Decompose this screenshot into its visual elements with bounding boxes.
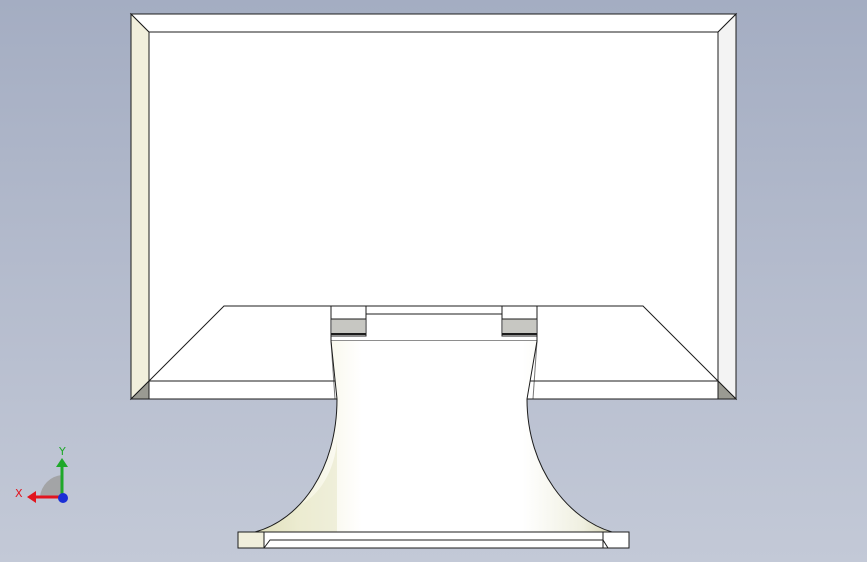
z-axis-dot bbox=[58, 493, 68, 503]
cad-viewport[interactable]: Y X bbox=[0, 0, 867, 562]
right-hinge-shade bbox=[503, 319, 536, 333]
base-left-bevel bbox=[237, 531, 265, 549]
top-bevel bbox=[129, 13, 738, 33]
stand-flare-shade bbox=[255, 440, 337, 532]
stand-mount[interactable] bbox=[330, 305, 538, 342]
coordinate-triad: Y X bbox=[15, 445, 68, 503]
x-axis-arrow bbox=[27, 491, 36, 503]
right-bevel bbox=[717, 12, 737, 401]
triad-plane-arc bbox=[40, 475, 62, 497]
left-bevel bbox=[130, 12, 150, 401]
stand-base[interactable] bbox=[237, 531, 630, 549]
left-hinge-shade bbox=[332, 319, 365, 333]
y-axis-arrow bbox=[56, 458, 68, 467]
y-axis-label: Y bbox=[58, 445, 66, 458]
x-axis-label: X bbox=[15, 487, 23, 500]
